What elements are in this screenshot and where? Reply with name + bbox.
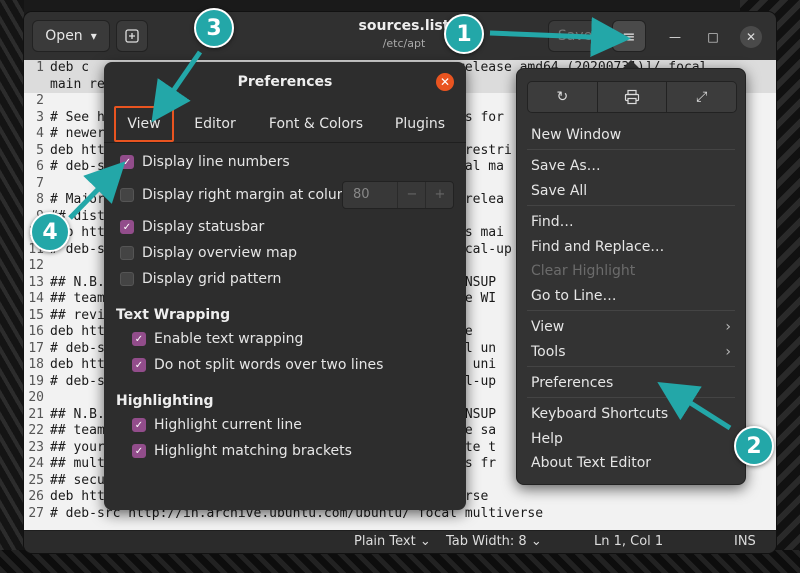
arrow-4 xyxy=(68,161,126,220)
annotation-badge-3: 3 xyxy=(194,8,234,48)
annotation-badge-4: 4 xyxy=(30,212,70,252)
arrow-1 xyxy=(489,17,631,57)
annotation-badge-1: 1 xyxy=(444,14,484,54)
annotation-badge-2: 2 xyxy=(734,426,774,466)
arrow-2 xyxy=(657,381,732,431)
arrow-3 xyxy=(151,50,203,123)
annotation-arrows xyxy=(68,17,732,431)
